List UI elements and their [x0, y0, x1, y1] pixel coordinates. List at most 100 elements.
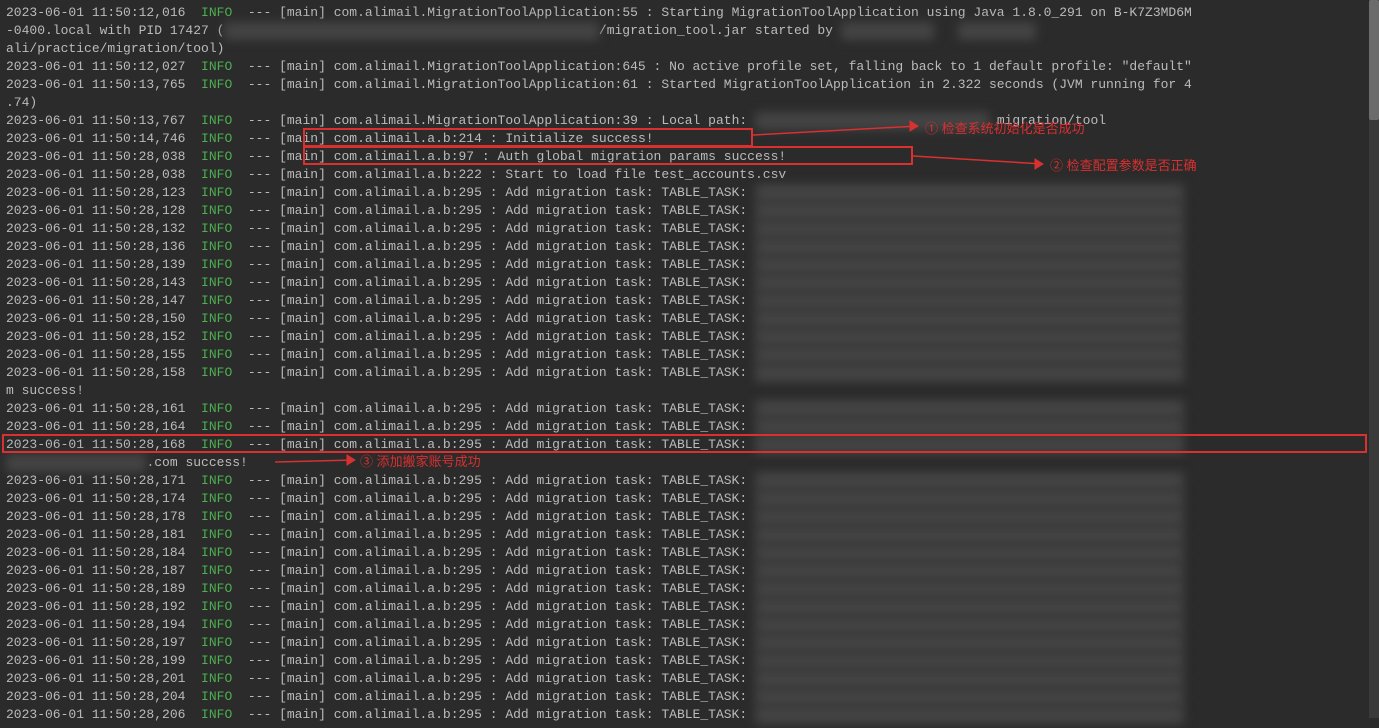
- log-separator: ---: [232, 311, 279, 326]
- log-separator: ---: [232, 563, 279, 578]
- log-separator: ---: [232, 5, 279, 20]
- log-text: m success!: [6, 383, 84, 398]
- redacted-text: [755, 292, 1184, 310]
- redacted-text: [755, 580, 1184, 598]
- log-thread: [main]: [279, 59, 334, 74]
- log-thread: [main]: [279, 635, 334, 650]
- log-thread: [main]: [279, 203, 334, 218]
- log-level: INFO: [201, 239, 232, 254]
- log-text: ali/practice/migration/tool): [6, 41, 224, 56]
- log-thread: [main]: [279, 149, 334, 164]
- log-message: : Start to load file test_accounts.csv: [490, 167, 786, 182]
- log-thread: [main]: [279, 113, 334, 128]
- log-timestamp: 2023-06-01 11:50:28,139: [6, 257, 201, 272]
- log-timestamp: 2023-06-01 11:50:28,128: [6, 203, 201, 218]
- log-level: INFO: [201, 563, 232, 578]
- log-message: : Add migration task: TABLE_TASK:: [490, 311, 747, 326]
- log-message: : Add migration task: TABLE_TASK:: [490, 419, 747, 434]
- redacted-text: [755, 544, 1184, 562]
- log-separator: ---: [232, 401, 279, 416]
- log-class: com.alimail.a.b:295: [334, 401, 490, 416]
- log-line: 2023-06-01 11:50:28,174 INFO --- [main] …: [6, 490, 1373, 508]
- log-thread: [main]: [279, 329, 334, 344]
- redacted-text: [755, 436, 1184, 454]
- log-level: INFO: [201, 473, 232, 488]
- log-message: : Add migration task: TABLE_TASK:: [490, 527, 747, 542]
- log-message: : Add migration task: TABLE_TASK:: [490, 329, 747, 344]
- log-timestamp: 2023-06-01 11:50:12,016: [6, 5, 201, 20]
- log-thread: [main]: [279, 131, 334, 146]
- log-separator: ---: [232, 581, 279, 596]
- log-level: INFO: [201, 293, 232, 308]
- log-text: /migration_tool.jar started by: [599, 23, 841, 38]
- redacted-text: [755, 688, 1184, 706]
- log-line: -0400.local with PID 17427 ( /migration_…: [6, 22, 1373, 40]
- log-separator: ---: [232, 437, 279, 452]
- log-line: 2023-06-01 11:50:28,147 INFO --- [main] …: [6, 292, 1373, 310]
- log-separator: ---: [232, 473, 279, 488]
- log-message: : Add migration task: TABLE_TASK:: [490, 257, 747, 272]
- log-level: INFO: [201, 437, 232, 452]
- log-class: com.alimail.a.b:295: [334, 311, 490, 326]
- log-class: com.alimail.MigrationToolApplication:55: [334, 5, 646, 20]
- log-timestamp: 2023-06-01 11:50:28,155: [6, 347, 201, 362]
- log-timestamp: 2023-06-01 11:50:28,158: [6, 365, 201, 380]
- log-thread: [main]: [279, 5, 334, 20]
- log-separator: ---: [232, 527, 279, 542]
- log-class: com.alimail.a.b:295: [334, 689, 490, 704]
- log-line: 2023-06-01 11:50:12,016 INFO --- [main] …: [6, 4, 1373, 22]
- log-separator: ---: [232, 707, 279, 722]
- scrollbar-thumb[interactable]: [1369, 0, 1379, 120]
- log-text: .74): [6, 95, 37, 110]
- log-thread: [main]: [279, 419, 334, 434]
- log-thread: [main]: [279, 509, 334, 524]
- log-thread: [main]: [279, 527, 334, 542]
- log-message: : Add migration task: TABLE_TASK:: [490, 707, 747, 722]
- log-message: : Started MigrationToolApplication in 2.…: [646, 77, 1192, 92]
- redacted-text: [755, 418, 1184, 436]
- log-message: : Add migration task: TABLE_TASK:: [490, 689, 747, 704]
- log-message: : Add migration task: TABLE_TASK:: [490, 473, 747, 488]
- log-output[interactable]: 2023-06-01 11:50:12,016 INFO --- [main] …: [0, 0, 1379, 728]
- log-message: : Add migration task: TABLE_TASK:: [490, 347, 747, 362]
- log-line: 2023-06-01 11:50:28,199 INFO --- [main] …: [6, 652, 1373, 670]
- log-line: 2023-06-01 11:50:28,171 INFO --- [main] …: [6, 472, 1373, 490]
- log-level: INFO: [201, 149, 232, 164]
- log-line: 2023-06-01 11:50:28,132 INFO --- [main] …: [6, 220, 1373, 238]
- log-message: : Add migration task: TABLE_TASK:: [490, 599, 747, 614]
- log-timestamp: 2023-06-01 11:50:12,027: [6, 59, 201, 74]
- log-level: INFO: [201, 257, 232, 272]
- log-line: 2023-06-01 11:50:13,765 INFO --- [main] …: [6, 76, 1373, 94]
- log-message: : Add migration task: TABLE_TASK:: [490, 491, 747, 506]
- log-timestamp: 2023-06-01 11:50:28,201: [6, 671, 201, 686]
- redacted-text: [755, 202, 1184, 220]
- log-separator: ---: [232, 599, 279, 614]
- log-line: m success!: [6, 382, 1373, 400]
- scrollbar-track[interactable]: [1369, 0, 1379, 718]
- log-message: : Add migration task: TABLE_TASK:: [490, 185, 747, 200]
- log-timestamp: 2023-06-01 11:50:28,178: [6, 509, 201, 524]
- log-line: 2023-06-01 11:50:13,767 INFO --- [main] …: [6, 112, 1373, 130]
- log-message: : Add migration task: TABLE_TASK:: [490, 509, 747, 524]
- log-line: 2023-06-01 11:50:12,027 INFO --- [main] …: [6, 58, 1373, 76]
- log-class: com.alimail.MigrationToolApplication:645: [334, 59, 654, 74]
- log-message: : Add migration task: TABLE_TASK:: [490, 581, 747, 596]
- log-separator: ---: [232, 329, 279, 344]
- log-timestamp: 2023-06-01 11:50:28,161: [6, 401, 201, 416]
- log-class: com.alimail.MigrationToolApplication:39: [334, 113, 646, 128]
- log-message: : Add migration task: TABLE_TASK:: [490, 365, 747, 380]
- log-thread: [main]: [279, 473, 334, 488]
- log-separator: ---: [232, 185, 279, 200]
- log-class: com.alimail.a.b:295: [334, 563, 490, 578]
- log-line: 2023-06-01 11:50:28,158 INFO --- [main] …: [6, 364, 1373, 382]
- log-line: 2023-06-01 11:50:28,038 INFO --- [main] …: [6, 148, 1373, 166]
- log-level: INFO: [201, 77, 232, 92]
- redacted-text: [755, 328, 1184, 346]
- log-timestamp: 2023-06-01 11:50:28,184: [6, 545, 201, 560]
- log-timestamp: 2023-06-01 11:50:28,143: [6, 275, 201, 290]
- log-line: 2023-06-01 11:50:14,746 INFO --- [main] …: [6, 130, 1373, 148]
- log-separator: ---: [232, 617, 279, 632]
- log-separator: ---: [232, 293, 279, 308]
- log-line: 2023-06-01 11:50:28,038 INFO --- [main] …: [6, 166, 1373, 184]
- log-line: ali/practice/migration/tool): [6, 40, 1373, 58]
